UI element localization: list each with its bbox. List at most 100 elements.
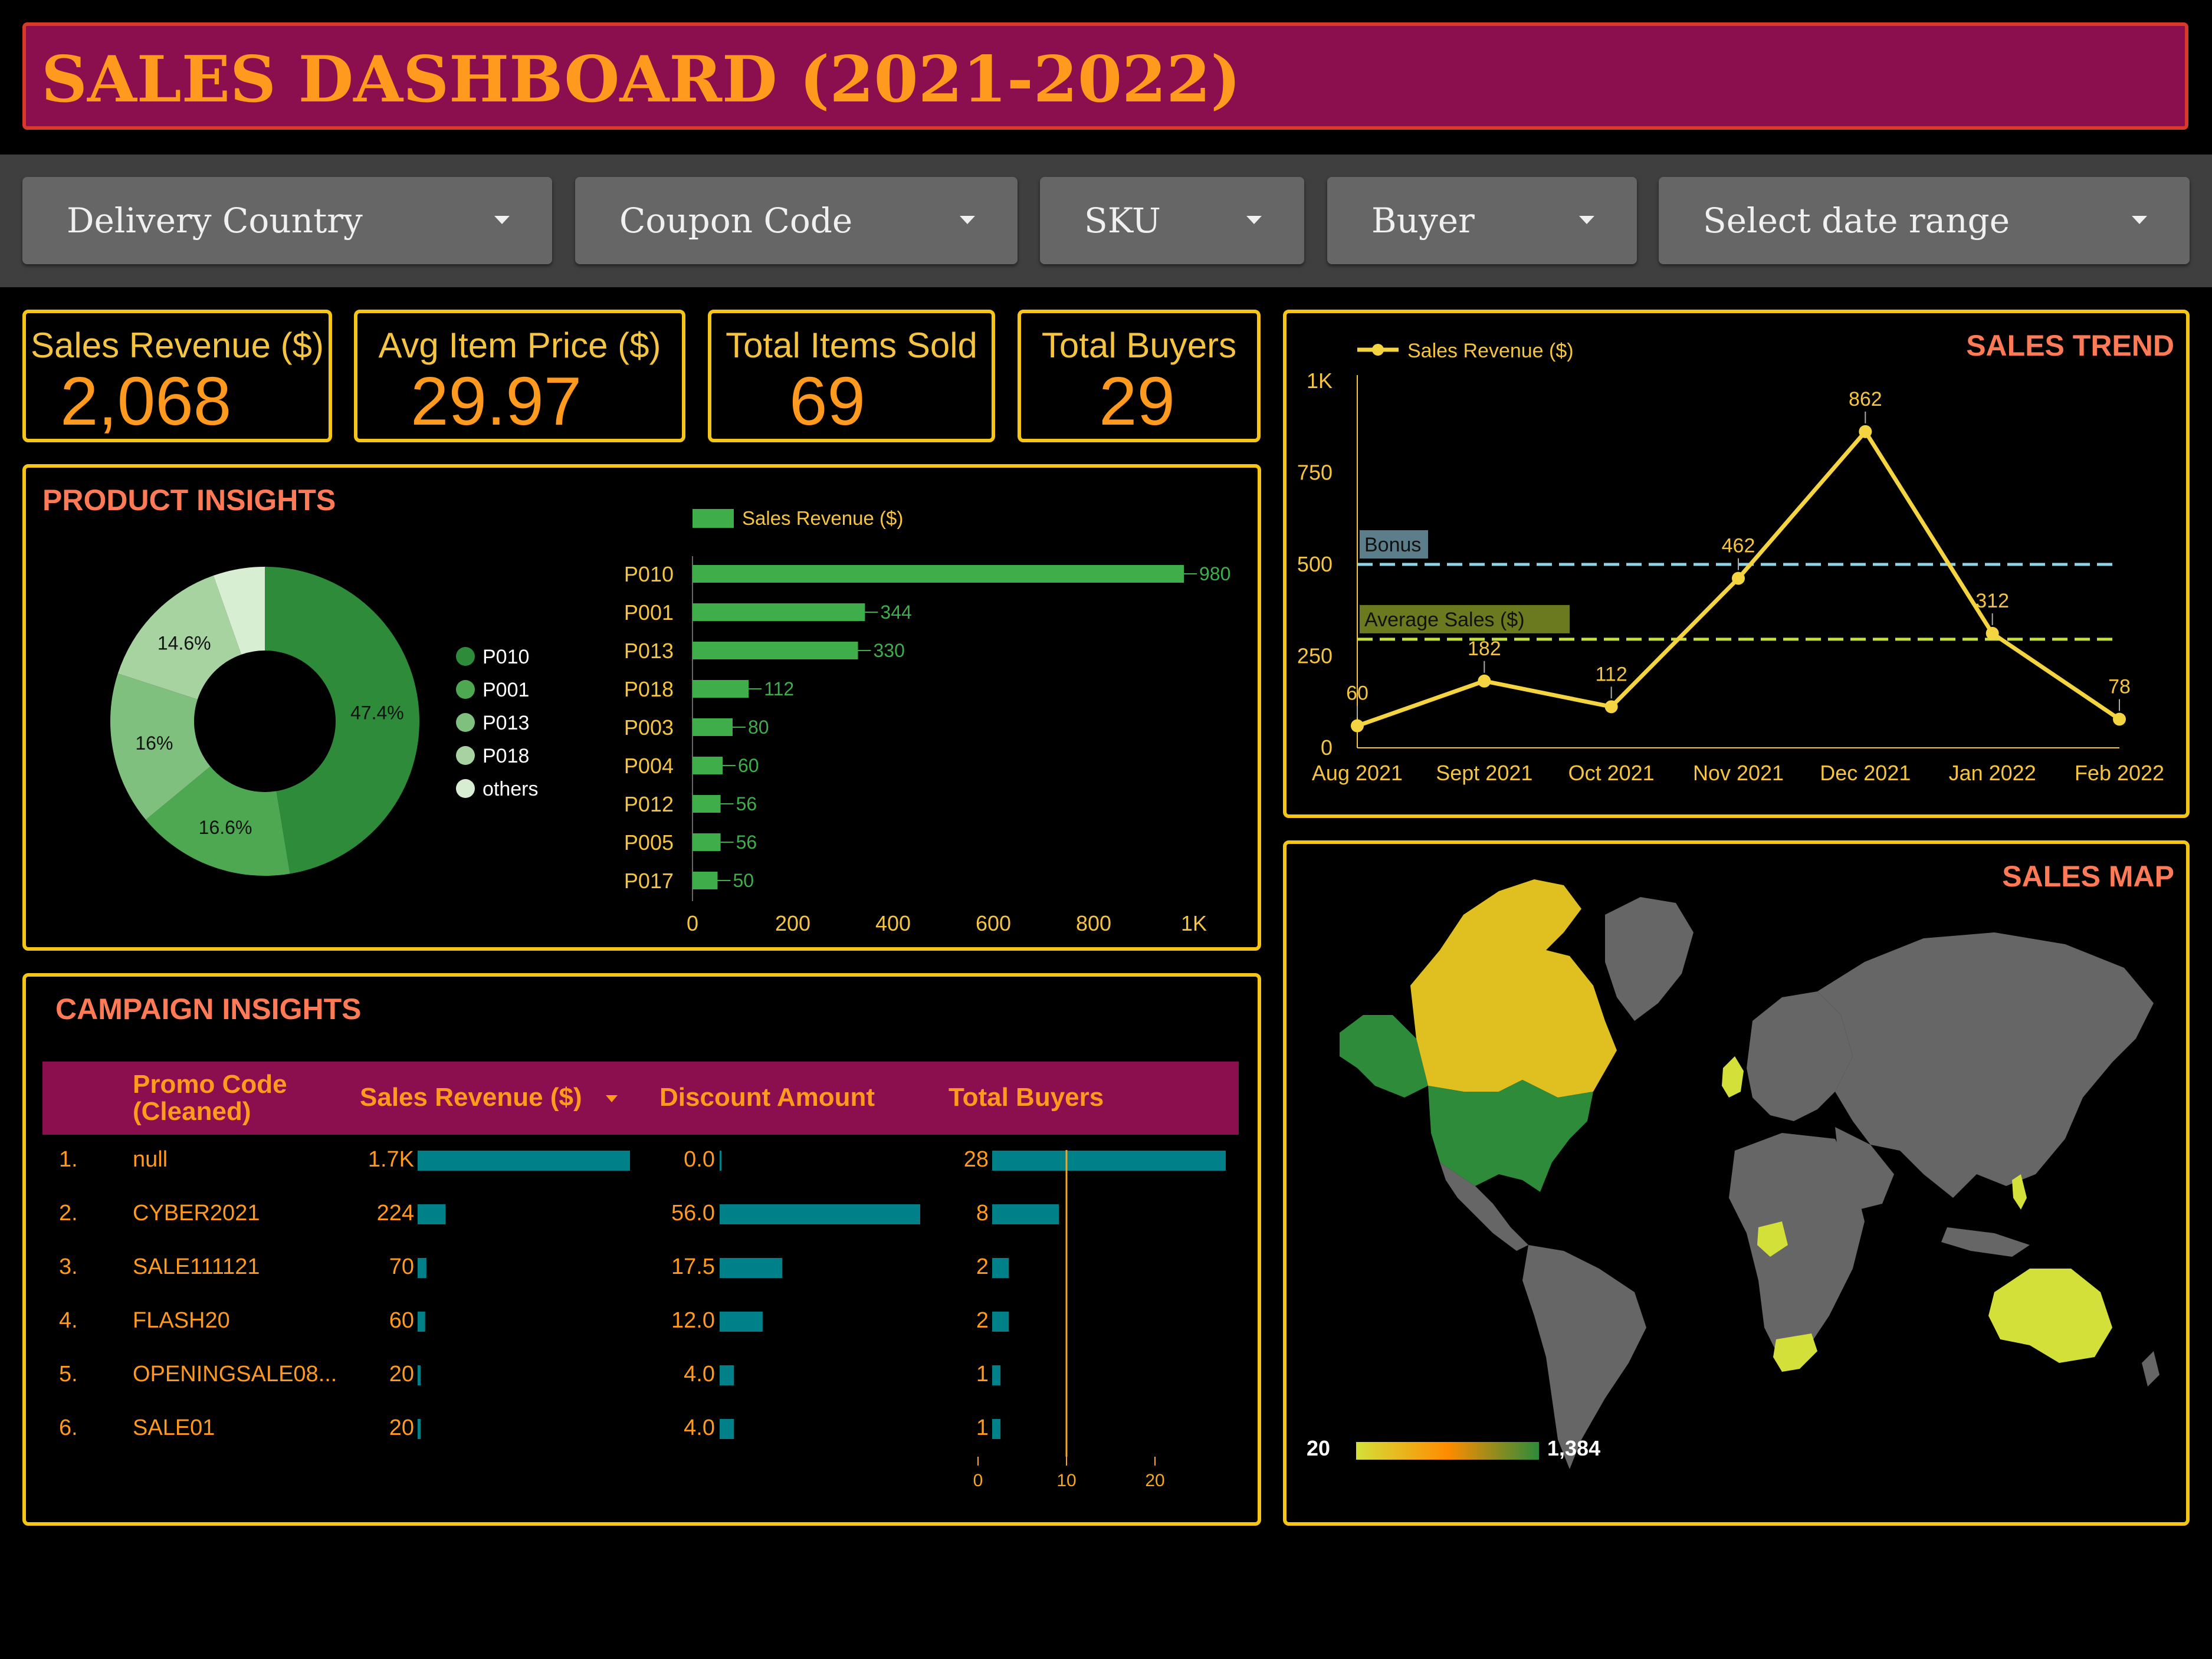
bar-p004[interactable] <box>693 757 723 774</box>
legend-label: Sales Revenue ($) <box>1407 340 1574 362</box>
x-tick-label: Jan 2022 <box>1949 761 2036 785</box>
donut-slice-label: 16.6% <box>199 817 252 838</box>
bar-value-label: 112 <box>764 678 794 699</box>
bar-p018[interactable] <box>693 680 749 698</box>
y-tick-label: 0 <box>1321 735 1333 760</box>
region-uk <box>1722 1056 1744 1098</box>
kpi-value: 29 <box>1099 363 1176 439</box>
bar-value-label: 344 <box>880 602 911 623</box>
region-alaska <box>1340 1015 1428 1098</box>
row-rank: 1. <box>59 1147 78 1172</box>
region-greenland <box>1605 897 1694 1021</box>
data-point[interactable] <box>2113 712 2126 726</box>
filter-label: Buyer <box>1371 201 1475 241</box>
map-legend-max: 1,384 <box>1547 1436 1601 1460</box>
kpi-total-buyers: Total Buyers 29 <box>1018 310 1261 442</box>
row-buyers-label: 8 <box>976 1201 989 1226</box>
legend-label[interactable]: others <box>483 778 539 800</box>
bar-p003[interactable] <box>693 718 733 736</box>
header-line: (Cleaned) <box>133 1097 251 1126</box>
data-label: 78 <box>2108 675 2131 698</box>
row-revenue-label: 60 <box>389 1308 414 1333</box>
kpi-total-items-sold: Total Items Sold 69 <box>708 310 995 442</box>
map-legend-gradient <box>1356 1442 1539 1460</box>
filter-label: Coupon Code <box>619 201 853 241</box>
row-promo-code: FLASH20 <box>133 1308 230 1333</box>
world-map[interactable] <box>1286 844 2186 1522</box>
x-tick-label: 1K <box>1181 911 1207 935</box>
bar-value-label: 60 <box>738 755 759 776</box>
data-point[interactable] <box>1732 571 1745 585</box>
dropdown-caret-icon <box>960 216 975 224</box>
delivery-country-filter[interactable]: Delivery Country <box>22 177 552 264</box>
row-buyers-label: 28 <box>963 1147 989 1172</box>
bar-value-label: 56 <box>736 832 757 853</box>
row-buyers-label: 2 <box>976 1308 989 1333</box>
y-tick-label: 1K <box>1307 369 1333 393</box>
data-point[interactable] <box>1351 719 1364 732</box>
buyer-filter[interactable]: Buyer <box>1327 177 1637 264</box>
data-point[interactable] <box>1604 700 1618 714</box>
legend-label[interactable]: P013 <box>483 712 529 734</box>
bar-p017[interactable] <box>693 872 718 889</box>
data-point[interactable] <box>1985 626 1999 640</box>
filter-label: Select date range <box>1703 201 2010 241</box>
y-tick-label: 500 <box>1297 552 1333 576</box>
data-point[interactable] <box>1859 425 1872 438</box>
bar-p001[interactable] <box>693 603 865 621</box>
legend-label: Sales Revenue ($) <box>742 507 903 529</box>
legend-marker <box>1372 344 1384 356</box>
sku-filter[interactable]: SKU <box>1040 177 1304 264</box>
legend-label[interactable]: P018 <box>483 745 529 767</box>
bar-p010[interactable] <box>693 565 1184 583</box>
coupon-code-filter[interactable]: Coupon Code <box>575 177 1018 264</box>
bar-category-label: P010 <box>624 562 674 586</box>
region-africa <box>1729 1133 1865 1363</box>
x-tick-label: Aug 2021 <box>1312 761 1403 785</box>
legend-swatch <box>456 647 475 666</box>
legend-label[interactable]: P001 <box>483 679 529 701</box>
column-header-promo-code[interactable]: Promo Code (Cleaned) <box>133 1071 287 1125</box>
row-rank: 5. <box>59 1362 78 1387</box>
sales-map-panel: SALES MAP 20 1,384 <box>1283 840 2190 1526</box>
row-buyers-label: 1 <box>976 1415 989 1440</box>
column-header-total-buyers[interactable]: Total Buyers <box>949 1084 1104 1111</box>
data-label: 862 <box>1849 388 1882 410</box>
sales-trend-panel: SALES TREND 0 250 500 750 1K Aug 2021 Sept 202… <box>1283 310 2190 818</box>
bar-value-label: 980 <box>1199 563 1230 584</box>
data-label: 462 <box>1722 535 1755 557</box>
row-revenue-label: 70 <box>389 1254 414 1279</box>
panel-title: CAMPAIGN INSIGHTS <box>55 993 362 1026</box>
product-donut-chart: 47.4% 16.6% 16% 14.6% P010 P001 P013 P018 others <box>110 567 539 876</box>
kpi-avg-item-price: Avg Item Price ($) 29.97 <box>354 310 685 442</box>
region-new-zealand <box>2142 1351 2160 1387</box>
campaign-table-header: Promo Code (Cleaned) Sales Revenue ($) D… <box>42 1062 1239 1135</box>
row-discount-label: 56.0 <box>671 1201 715 1226</box>
x-tick-label: Dec 2021 <box>1820 761 1911 785</box>
x-tick-label: 0 <box>687 911 698 935</box>
column-header-discount-amount[interactable]: Discount Amount <box>659 1084 875 1111</box>
row-rank: 2. <box>59 1201 78 1226</box>
legend-swatch <box>456 713 475 732</box>
x-tick-label: Oct 2021 <box>1568 761 1655 785</box>
kpi-value: 2,068 <box>60 363 232 439</box>
column-header-sales-revenue[interactable]: Sales Revenue ($) <box>360 1084 618 1111</box>
region-south-america <box>1522 1245 1646 1469</box>
x-tick-label: 600 <box>976 911 1011 935</box>
row-promo-code: OPENINGSALE08... <box>133 1362 337 1387</box>
data-point[interactable] <box>1478 674 1491 688</box>
row-revenue-label: 1.7K <box>367 1147 414 1172</box>
row-discount-label: 0.0 <box>684 1147 715 1172</box>
date-range-filter[interactable]: Select date range <box>1659 177 2190 264</box>
bar-p013[interactable] <box>693 642 858 659</box>
bar-category-label: P017 <box>624 869 674 893</box>
product-bar-chart: Sales Revenue ($) P010 980 P001 344 P013 330 P0… <box>624 507 1230 935</box>
donut-slice-label: 47.4% <box>350 702 404 723</box>
bar-p005[interactable] <box>693 833 721 851</box>
kpi-sales-revenue: Sales Revenue ($) 2,068 <box>22 310 332 442</box>
legend-label[interactable]: P010 <box>483 646 529 668</box>
row-discount-label: 12.0 <box>671 1308 715 1333</box>
row-promo-code: SALE111121 <box>133 1254 260 1279</box>
bar-p012[interactable] <box>693 795 721 813</box>
row-revenue-label: 20 <box>389 1362 414 1387</box>
